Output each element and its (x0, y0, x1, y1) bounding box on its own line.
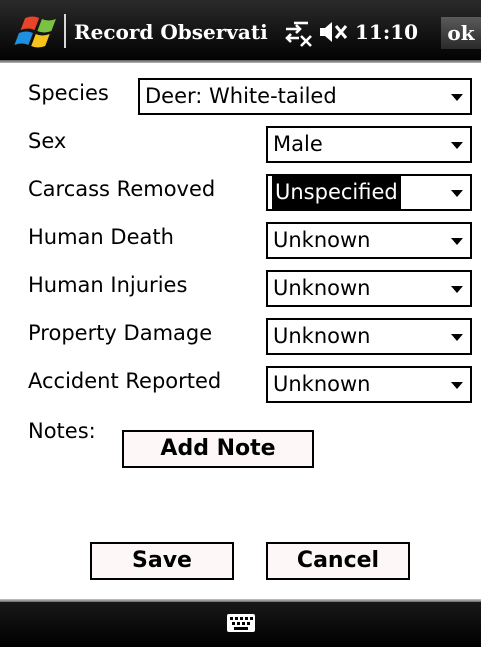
save-button[interactable]: Save (90, 542, 234, 580)
species-value: Deer: White-tailed (145, 84, 337, 108)
volume-muted-icon[interactable] (318, 20, 348, 44)
human-injuries-label: Human Injuries (28, 273, 188, 297)
sex-label: Sex (28, 129, 67, 153)
accident-reported-value: Unknown (273, 372, 371, 396)
human-death-select[interactable]: Unknown (266, 222, 472, 259)
chevron-down-icon (451, 334, 463, 341)
windows-flag-icon[interactable] (12, 14, 58, 50)
property-damage-value: Unknown (273, 324, 371, 348)
add-note-button[interactable]: Add Note (122, 430, 314, 468)
clock[interactable]: 11:10 (355, 18, 418, 46)
chevron-down-icon (451, 382, 463, 389)
title-separator (64, 14, 66, 48)
property-damage-label: Property Damage (28, 321, 213, 345)
carcass-removed-label: Carcass Removed (28, 177, 216, 201)
ok-button[interactable]: ok (441, 17, 481, 49)
chevron-down-icon (451, 190, 463, 197)
species-select[interactable]: Deer: White-tailed (138, 78, 472, 115)
window-title: Record Observati (74, 20, 268, 44)
title-bar: Record Observati 11:10 ok (0, 0, 481, 63)
human-death-value: Unknown (273, 228, 371, 252)
human-death-label: Human Death (28, 225, 174, 249)
chevron-down-icon (451, 286, 463, 293)
species-label: Species (28, 81, 109, 105)
property-damage-select[interactable]: Unknown (266, 318, 472, 355)
chevron-down-icon (451, 238, 463, 245)
sex-select[interactable]: Male (266, 126, 472, 163)
human-injuries-select[interactable]: Unknown (266, 270, 472, 307)
chevron-down-icon (451, 142, 463, 149)
cancel-button[interactable]: Cancel (266, 542, 410, 580)
carcass-removed-value: Unspecified (272, 176, 401, 209)
carcass-removed-select[interactable]: Unspecified (266, 174, 472, 211)
chevron-down-icon (451, 94, 463, 101)
notes-label: Notes: (28, 419, 96, 443)
accident-reported-label: Accident Reported (28, 369, 222, 393)
connectivity-off-icon[interactable] (283, 18, 313, 48)
sex-value: Male (273, 132, 323, 156)
human-injuries-value: Unknown (273, 276, 371, 300)
keyboard-icon[interactable] (226, 613, 256, 633)
accident-reported-select[interactable]: Unknown (266, 366, 472, 403)
